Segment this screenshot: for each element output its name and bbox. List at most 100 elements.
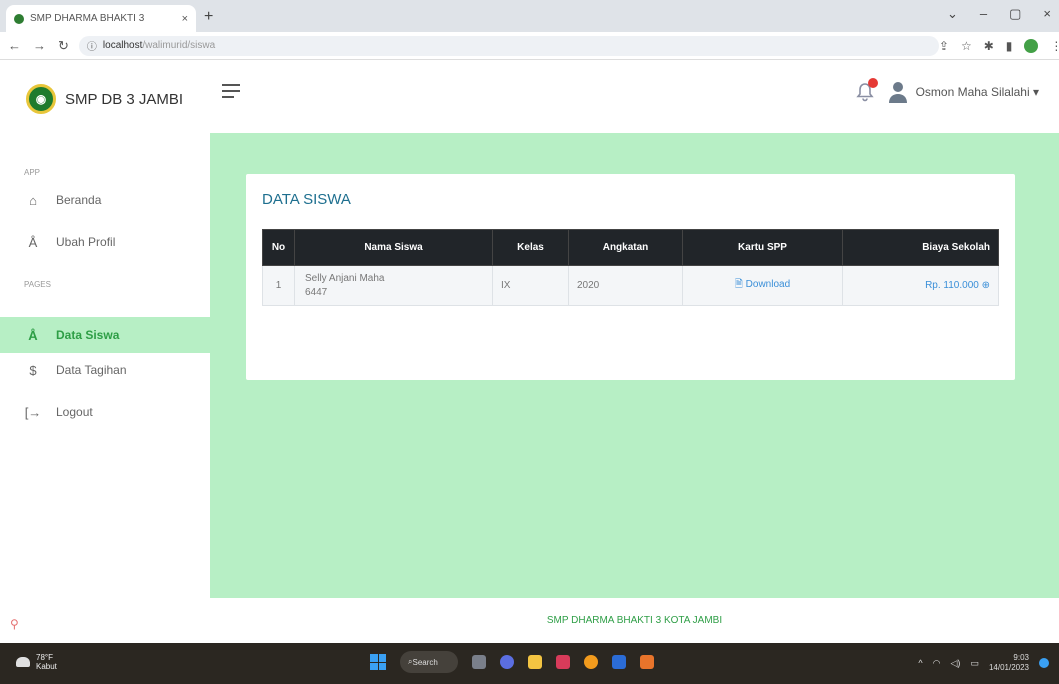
document-icon: 🗎 [734, 279, 746, 290]
cloud-icon [16, 657, 30, 667]
close-tab-icon[interactable]: × [182, 13, 188, 25]
dollar-icon: $ [29, 362, 37, 378]
sidebar-item-beranda[interactable]: ⌂ Beranda [0, 182, 210, 218]
window-controls: ⌄ – ▢ × [947, 6, 1051, 22]
windows-taskbar: 78°F Kabut ⌕ Search ^ ◠ ◁) ▭ 9:03 14/01/… [0, 643, 1059, 684]
weather-temp: 78°F [36, 653, 53, 662]
cell-biaya: Rp. 110.000 ⊕ [842, 265, 999, 306]
battery-icon[interactable]: ▭ [970, 658, 979, 669]
biaya-amount: Rp. 110.000 [925, 280, 979, 291]
download-link[interactable]: 🗎 Download [735, 279, 790, 290]
file-explorer-icon[interactable] [528, 655, 542, 669]
sidebar-item-data-siswa[interactable]: Å Data Siswa [0, 317, 210, 353]
taskbar-search[interactable]: ⌕ Search [400, 651, 458, 673]
cell-kartu-spp: 🗎 Download [682, 265, 843, 306]
weather-desc: Kabut [36, 662, 57, 671]
app-window: ◉ SMP DB 3 JAMBI Osmon Maha Silalahi ▾ A… [0, 60, 1059, 643]
main-content: DATA SISWA No Nama Siswa Kelas Angkatan … [210, 133, 1059, 598]
sidebar-item-ubah-profil[interactable]: Å Ubah Profil [0, 224, 210, 260]
sidebar-item-label: Beranda [56, 193, 102, 207]
address-toolbar: ← → ↻ ⓘ localhost/walimurid/siswa ⇪ ☆ ✱ … [0, 32, 1059, 60]
wifi-icon[interactable]: ◠ [933, 658, 941, 669]
browser-menu-icon[interactable]: ⋮ [1050, 39, 1059, 53]
arrow-circle-icon: ⊕ [981, 280, 990, 291]
clock[interactable]: 9:03 14/01/2023 [989, 653, 1029, 673]
app-icon[interactable] [640, 655, 654, 669]
column-header-biaya: Biaya Sekolah [842, 229, 999, 266]
reload-icon[interactable]: ↻ [58, 38, 69, 54]
browser-extensions: ⇪ ☆ ✱ ▮ ⋮ [939, 38, 1059, 53]
tab-title: SMP DHARMA BHAKTI 3 [30, 13, 145, 24]
notification-icon[interactable] [1039, 658, 1049, 668]
volume-icon[interactable]: ◁) [951, 658, 961, 669]
logout-icon: [→ [24, 404, 42, 420]
topbar-user-area: Osmon Maha Silalahi ▾ [855, 78, 1039, 104]
tab-search-icon[interactable]: ⌄ [947, 6, 958, 22]
cell-nama: Selly Anjani Maha 6447 [294, 265, 493, 306]
column-header-no: No [262, 229, 295, 266]
browser-tab-bar: SMP DHARMA BHAKTI 3 × + ⌄ – ▢ × [0, 0, 1059, 32]
data-siswa-card: DATA SISWA No Nama Siswa Kelas Angkatan … [246, 174, 1015, 380]
new-tab-button[interactable]: + [204, 8, 213, 26]
browser-tab[interactable]: SMP DHARMA BHAKTI 3 × [6, 5, 196, 32]
user-icon: Å [28, 327, 38, 343]
cell-angkatan: 2020 [568, 265, 683, 306]
close-window-button[interactable]: × [1043, 6, 1051, 22]
user-name-dropdown[interactable]: Osmon Maha Silalahi ▾ [916, 85, 1039, 99]
weather-widget[interactable]: 78°F Kabut [16, 653, 57, 671]
page-title: DATA SISWA [262, 191, 351, 208]
user-avatar-icon[interactable] [888, 80, 908, 104]
sidebar-item-logout[interactable]: [→ Logout [0, 394, 210, 430]
sidebar-item-data-tagihan[interactable]: $ Data Tagihan [0, 352, 210, 388]
footer: SMP DHARMA BHAKTI 3 KOTA JAMBI [546, 615, 723, 626]
sidebar-item-label: Data Tagihan [56, 363, 127, 377]
tray-chevron-icon[interactable]: ^ [918, 658, 922, 668]
store-icon[interactable] [556, 655, 570, 669]
system-tray: ^ ◠ ◁) ▭ 9:03 14/01/2023 [918, 653, 1049, 673]
chat-icon[interactable] [500, 655, 514, 669]
column-header-nama: Nama Siswa [294, 229, 493, 266]
brand-name: SMP DB 3 JAMBI [65, 90, 184, 108]
download-label: Download [745, 279, 791, 290]
favicon-icon [14, 13, 24, 24]
taskview-icon[interactable] [472, 655, 486, 669]
taskbar-search-label: Search [412, 657, 438, 667]
sidepanel-icon[interactable]: ▮ [1006, 39, 1013, 53]
brand[interactable]: ◉ SMP DB 3 JAMBI [0, 60, 210, 138]
sidebar-section-app: APP [24, 168, 41, 177]
word-icon[interactable] [612, 655, 626, 669]
taskbar-apps: ⌕ Search [370, 651, 654, 673]
forward-icon[interactable]: → [33, 38, 46, 54]
maximize-button[interactable]: ▢ [1009, 6, 1021, 22]
student-nis: 6447 [305, 286, 328, 298]
home-icon: ⌂ [29, 192, 37, 208]
windows-start-icon[interactable] [370, 654, 386, 670]
url-host: localhost [102, 40, 143, 51]
profile-avatar-icon[interactable] [1024, 38, 1039, 53]
student-name: Selly Anjani Maha [305, 272, 385, 284]
sidebar-section-pages: PAGES [24, 280, 51, 289]
share-icon[interactable]: ⇪ [939, 39, 949, 53]
url-input[interactable]: ⓘ localhost/walimurid/siswa [78, 35, 939, 56]
url-path: /walimurid/siswa [142, 40, 216, 51]
cell-kelas: IX [492, 265, 569, 306]
column-header-angkatan: Angkatan [568, 229, 683, 266]
extensions-icon[interactable]: ✱ [984, 39, 994, 53]
menu-toggle-icon[interactable] [222, 84, 240, 98]
notification-bell-icon[interactable] [855, 78, 878, 102]
biaya-link[interactable]: Rp. 110.000 ⊕ [925, 280, 990, 291]
sidebar-item-label: Ubah Profil [56, 235, 116, 249]
sidebar-item-label: Data Siswa [56, 328, 120, 342]
minimize-button[interactable]: – [980, 6, 987, 22]
column-header-kartu-spp: Kartu SPP [682, 229, 843, 266]
notification-badge [867, 78, 878, 88]
table-row: 1 Selly Anjani Maha 6447 IX 2020 🗎 Downl… [262, 265, 999, 306]
clock-date: 14/01/2023 [988, 663, 1029, 672]
site-info-icon[interactable]: ⓘ [87, 38, 97, 53]
chrome-icon[interactable] [584, 655, 598, 669]
sidebar: APP ⌂ Beranda Å Ubah Profil PAGES Å Data… [0, 138, 210, 600]
cell-no: 1 [262, 265, 295, 306]
back-icon[interactable]: ← [8, 38, 21, 54]
sidebar-item-label: Logout [56, 405, 93, 419]
bookmark-star-icon[interactable]: ☆ [961, 39, 972, 53]
